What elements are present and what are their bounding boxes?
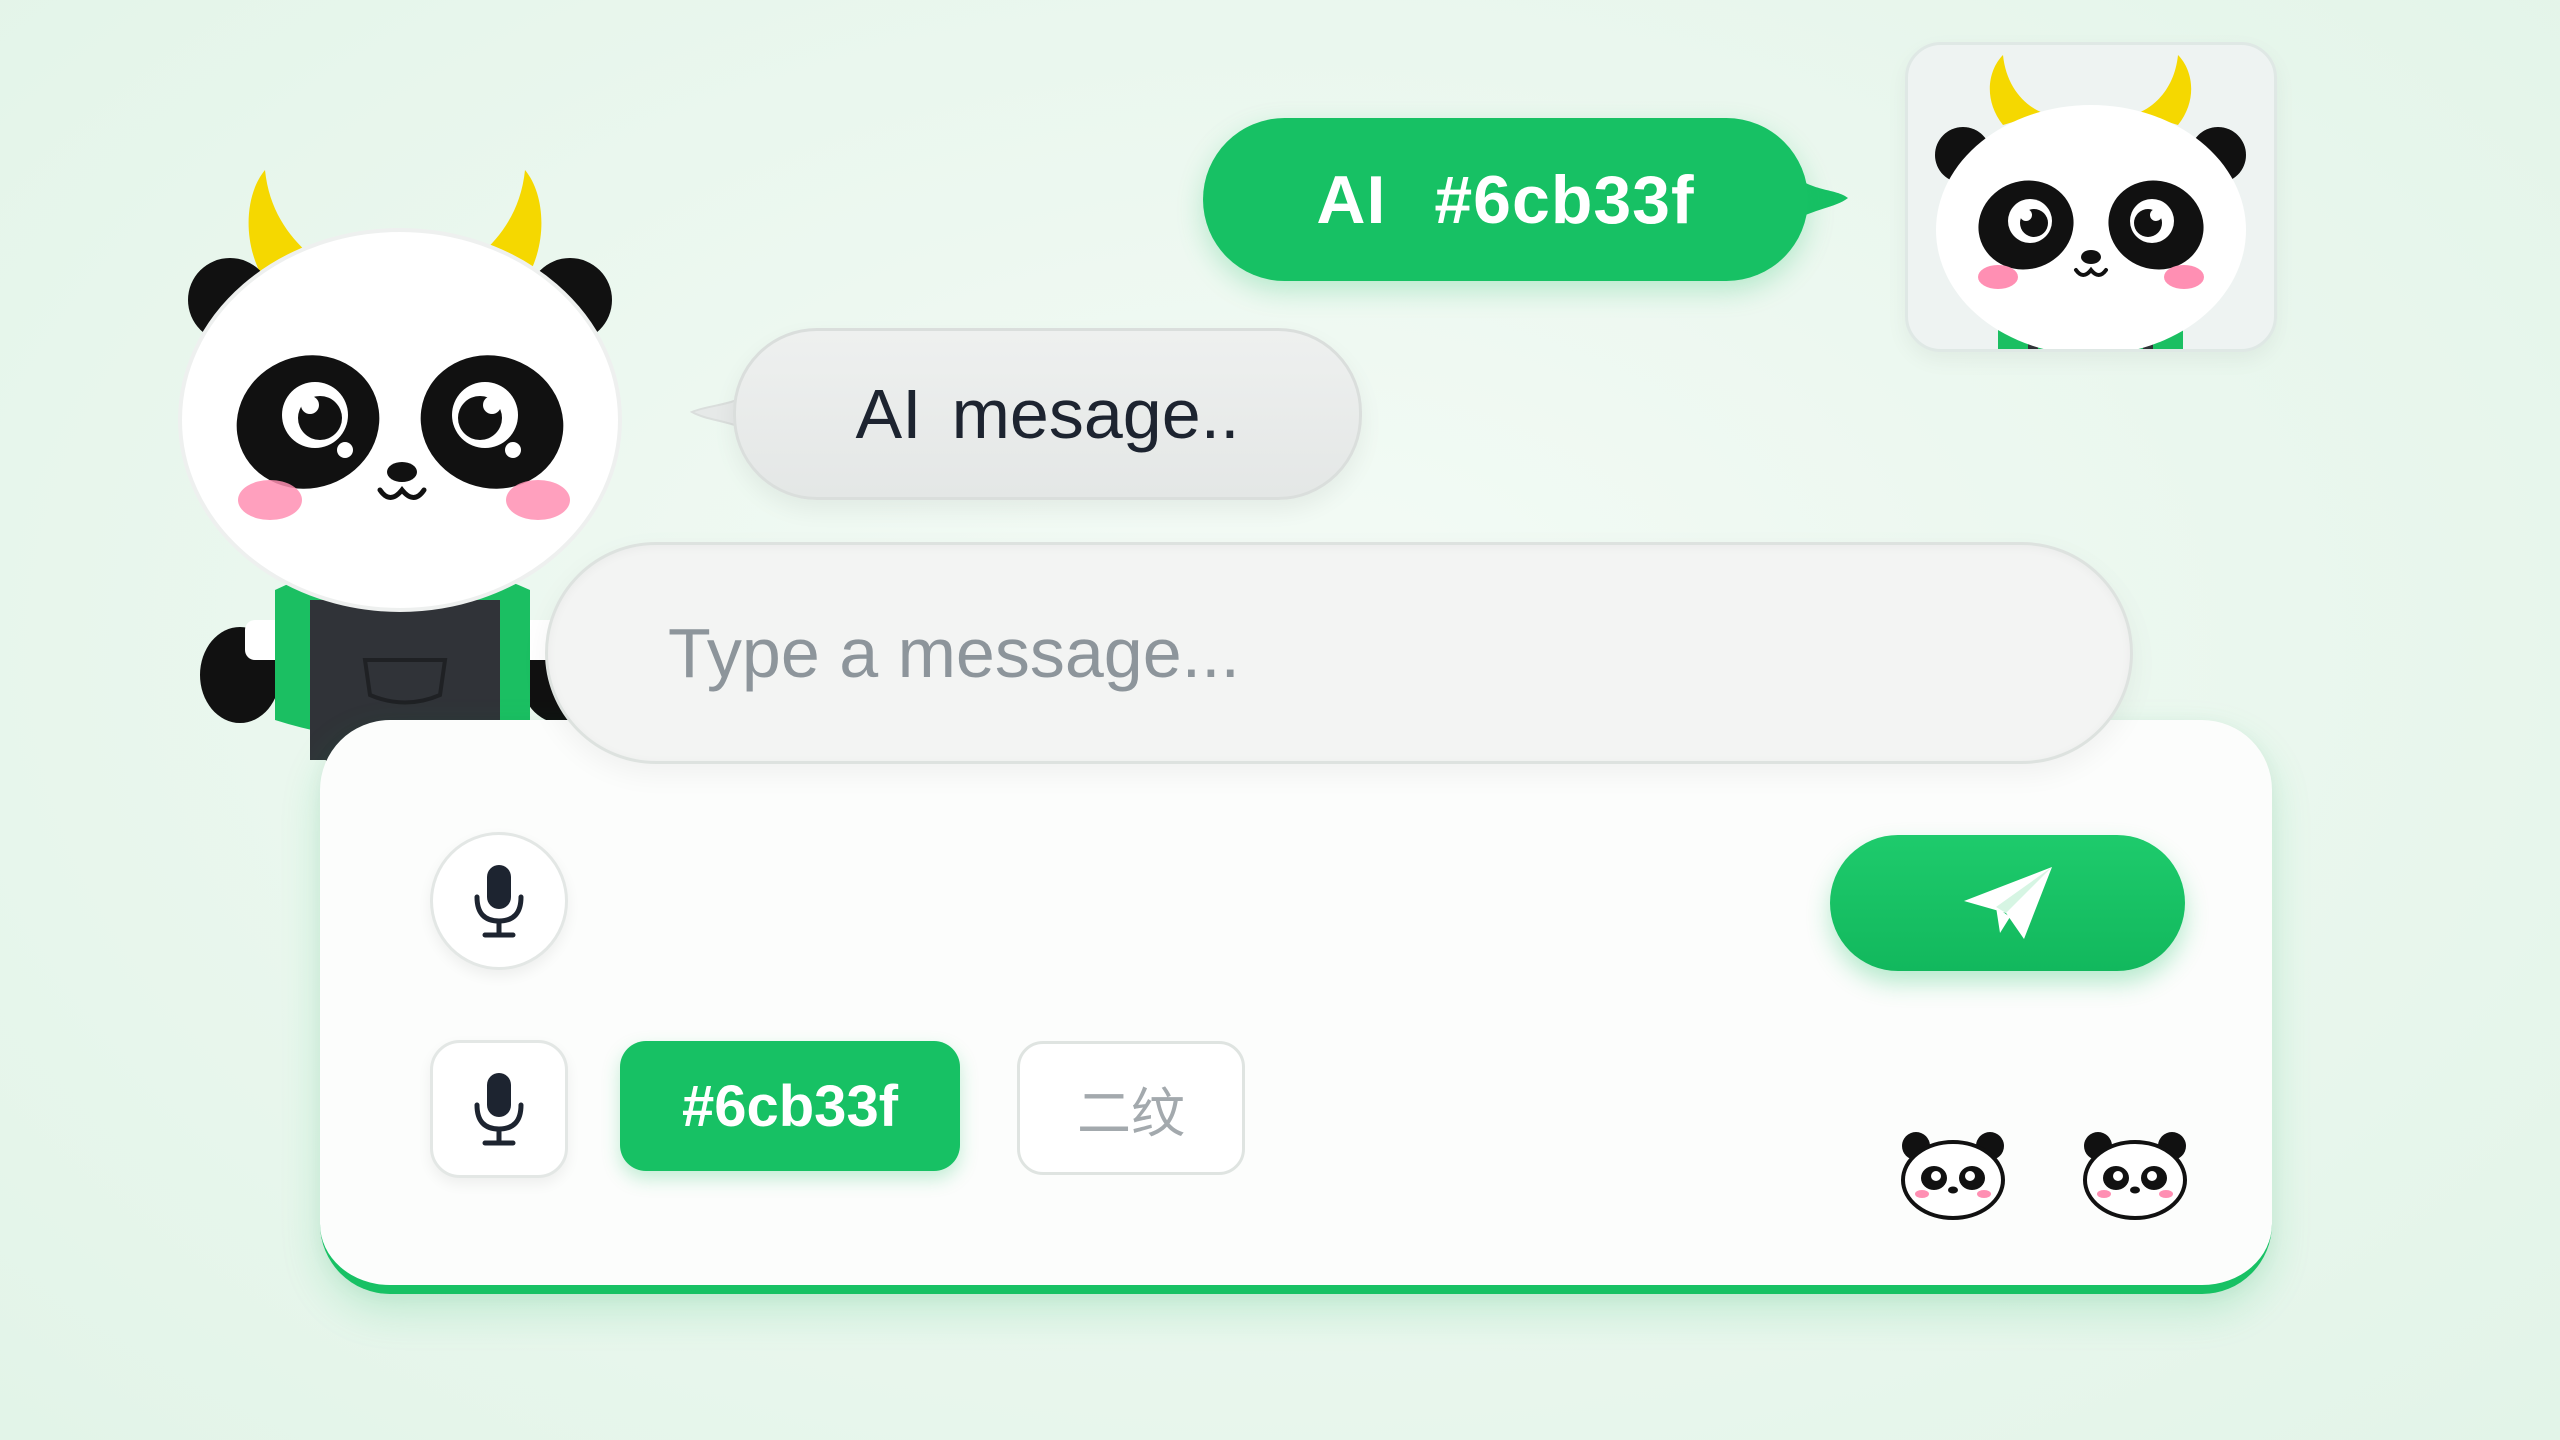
secondary-chip-label: 二纹 [1077,1083,1185,1144]
message-input-placeholder: Type a message... [668,614,1240,692]
paper-plane-icon [1963,867,2052,939]
voice-input-button[interactable] [430,832,568,970]
send-button[interactable] [1830,835,2185,971]
user-message-part2: #6cb33f [1434,161,1695,238]
microphone-icon [474,865,524,938]
primary-chip-label: #6cb33f [681,1073,899,1139]
user-message-bubble: AI #6cb33f [1203,118,1808,281]
panda-emoji-icon[interactable] [2080,1128,2190,1220]
ai-message-part1: AI [855,375,922,453]
panda-avatar-icon [1935,55,2246,349]
microphone-icon [474,1073,524,1146]
user-message-part1: AI [1316,161,1387,238]
secondary-chip-button[interactable]: 二纹 [1017,1041,1245,1175]
primary-chip-button[interactable]: #6cb33f [620,1041,960,1171]
user-avatar[interactable] [1905,42,2277,352]
voice-record-button[interactable] [430,1040,568,1178]
panda-emoji-icon[interactable] [1898,1128,2008,1220]
ai-message-part2: mesage.. [951,375,1240,453]
ai-message-bubble: AI mesage.. [733,328,1362,500]
message-input[interactable]: Type a message... [545,542,2133,764]
